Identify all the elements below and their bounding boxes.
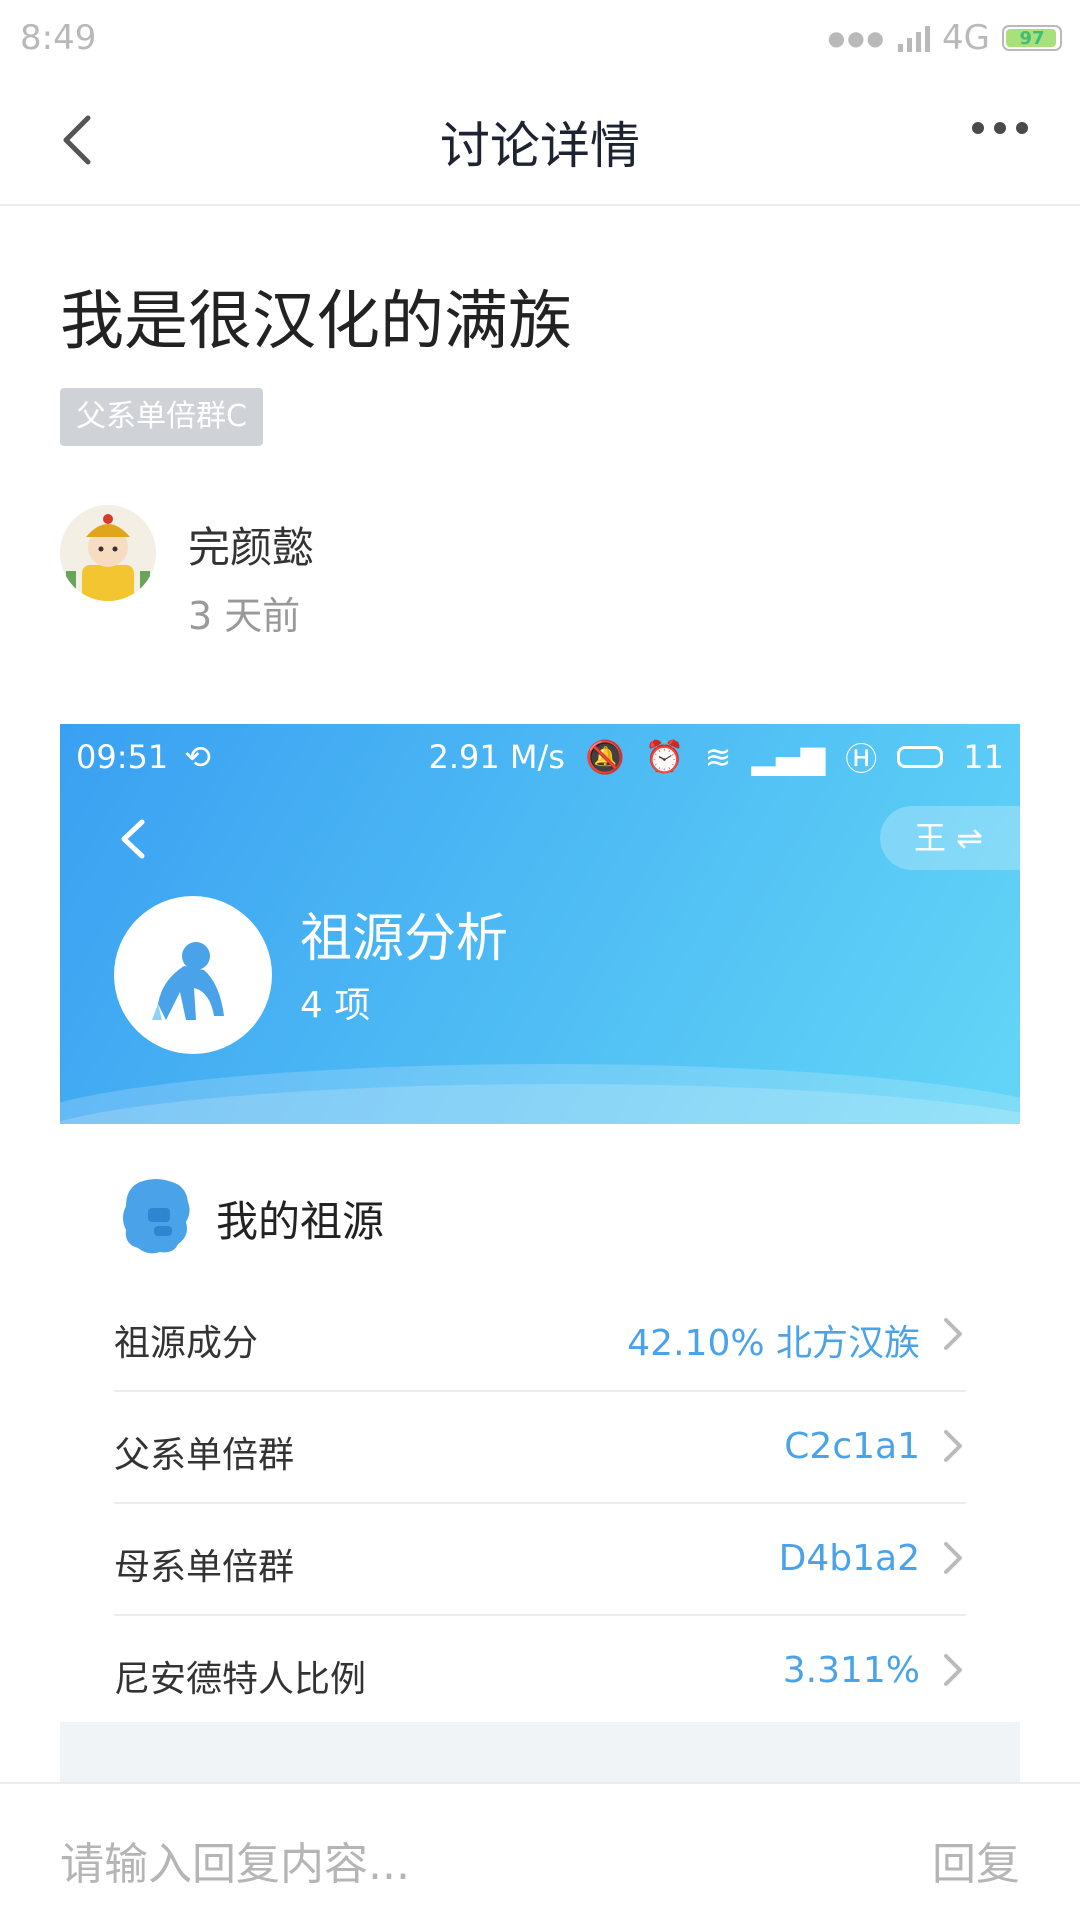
page-title: 讨论详情 bbox=[440, 117, 640, 175]
back-icon bbox=[121, 819, 145, 859]
more-options-icon[interactable] bbox=[972, 122, 1028, 134]
more-status-icon: ●●● bbox=[827, 26, 887, 50]
reply-button[interactable]: 回复 bbox=[932, 1828, 1020, 1892]
screenshot-footer bbox=[60, 1722, 1020, 1784]
signal-icon: ▂▄▆ bbox=[751, 738, 826, 776]
inner-battery-level: 11 bbox=[963, 738, 1004, 776]
ancestry-avatar-icon bbox=[123, 1179, 190, 1254]
row-label: 母系单倍群 bbox=[114, 1547, 295, 1588]
chevron-right-icon bbox=[944, 1542, 962, 1574]
chevron-right-icon bbox=[944, 1318, 962, 1350]
post-time: 3 天前 bbox=[188, 594, 301, 638]
section-title: 我的祖源 bbox=[216, 1197, 385, 1246]
primate-icon bbox=[152, 942, 224, 1020]
battery-level: 97 bbox=[1019, 27, 1045, 49]
status-time: 8:49 bbox=[20, 18, 97, 58]
reply-input[interactable]: 请输入回复内容... bbox=[60, 1828, 410, 1892]
list-item-maternal-haplogroup: 母系单倍群 D4b1a2 bbox=[114, 1502, 966, 1616]
ancestry-icon-circle bbox=[114, 896, 272, 1054]
reply-bar: 请输入回复内容... 回复 bbox=[0, 1782, 1080, 1922]
list-item-paternal-haplogroup: 父系单倍群 C2c1a1 bbox=[114, 1390, 966, 1504]
ancestry-count: 4 项 bbox=[300, 985, 371, 1026]
row-value: D4b1a2 bbox=[778, 1538, 920, 1579]
battery-icon: 97 bbox=[1002, 25, 1062, 51]
row-value: 42.10% 北方汉族 bbox=[627, 1323, 920, 1364]
chevron-right-icon bbox=[944, 1654, 962, 1686]
signal-icon bbox=[898, 24, 931, 52]
wifi-icon: ≋ bbox=[704, 738, 732, 776]
status-bar: 8:49 ●●● 4G 97 bbox=[0, 0, 1080, 76]
list-item-ancestry-composition: 祖源成分 42.10% 北方汉族 bbox=[114, 1278, 966, 1392]
mute-icon: 🔕 bbox=[584, 738, 625, 776]
post-tag[interactable]: 父系单倍群C bbox=[60, 388, 263, 446]
battery-icon bbox=[897, 746, 944, 768]
avatar-illustration bbox=[60, 505, 156, 601]
inner-status-time: 09:51 bbox=[76, 738, 169, 776]
network-label: 4G bbox=[942, 18, 990, 58]
sync-icon: ⟲ bbox=[184, 738, 212, 776]
inner-status-bar: 09:51 ⟲ 2.91 M/s 🔕 ⏰ ≋ ▂▄▆ Ⓗ 11 bbox=[76, 734, 1004, 780]
ancestry-title: 祖源分析 bbox=[300, 909, 509, 969]
row-value: 3.311% bbox=[782, 1650, 920, 1691]
row-label: 祖源成分 bbox=[114, 1323, 259, 1364]
author-name[interactable]: 完颜懿 bbox=[188, 514, 314, 575]
top-nav-bar: 讨论详情 bbox=[0, 76, 1080, 206]
switch-user-button: 王 ⇌ bbox=[880, 806, 1020, 870]
net-speed: 2.91 M/s bbox=[428, 738, 565, 776]
chevron-right-icon bbox=[944, 1430, 962, 1462]
row-label: 尼安德特人比例 bbox=[114, 1659, 367, 1700]
hd-icon: Ⓗ bbox=[845, 740, 878, 778]
ancestry-header: 09:51 ⟲ 2.91 M/s 🔕 ⏰ ≋ ▂▄▆ Ⓗ 11 王 ⇌ 祖源分析… bbox=[60, 724, 1020, 1124]
post-title: 我是很汉化的满族 bbox=[60, 285, 572, 359]
list-item-neanderthal-ratio: 尼安德特人比例 3.311% bbox=[114, 1614, 966, 1726]
status-indicators: ●●● 4G 97 bbox=[828, 18, 1062, 58]
row-value: C2c1a1 bbox=[784, 1426, 920, 1467]
attached-screenshot[interactable]: 09:51 ⟲ 2.91 M/s 🔕 ⏰ ≋ ▂▄▆ Ⓗ 11 王 ⇌ 祖源分析… bbox=[60, 724, 1020, 1784]
alarm-icon: ⏰ bbox=[644, 738, 685, 776]
row-label: 父系单倍群 bbox=[114, 1435, 295, 1476]
author-avatar[interactable] bbox=[60, 505, 156, 601]
